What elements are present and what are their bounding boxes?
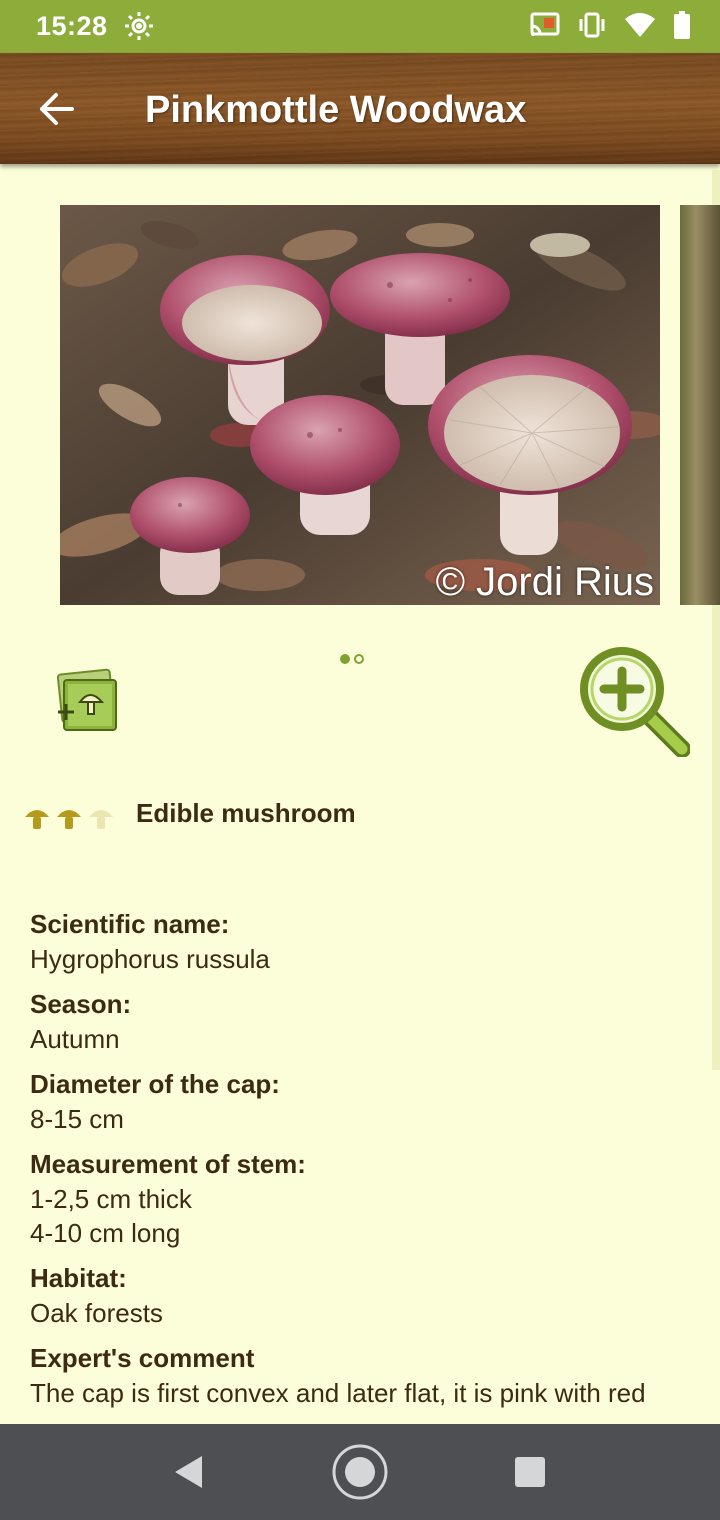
detail-habitat: Habitat: Oak forests xyxy=(30,1260,700,1330)
add-to-gallery-icon[interactable] xyxy=(50,668,120,738)
detail-stem-measurement: Measurement of stem: 1-2,5 cm thick 4-10… xyxy=(30,1146,700,1250)
carousel-dot[interactable] xyxy=(354,654,364,664)
detail-scientific-name: Scientific name: Hygrophorus russula xyxy=(30,906,700,976)
arrow-left-icon[interactable] xyxy=(36,91,76,127)
carousel-indicator xyxy=(340,654,364,664)
home-circle-icon[interactable] xyxy=(331,1443,389,1506)
photo-credit: © Jordi Rius xyxy=(435,560,654,604)
battery-icon xyxy=(674,11,690,44)
wifi-icon xyxy=(624,12,656,43)
mushroom-rating-icon-empty xyxy=(88,806,114,837)
detail-label: Scientific name: xyxy=(30,909,230,939)
detail-label: Season: xyxy=(30,989,132,1019)
carousel-dot-active[interactable] xyxy=(340,654,350,664)
edibility-rating xyxy=(24,806,114,837)
zoom-in-icon[interactable] xyxy=(578,645,691,758)
clock: 15:28 xyxy=(36,11,108,41)
app-bar: Pinkmottle Woodwax xyxy=(0,53,720,164)
detail-label: Expert's comment xyxy=(30,1343,255,1373)
recents-square-icon[interactable] xyxy=(514,1456,546,1493)
detail-value-secondary: 4-10 cm long xyxy=(30,1218,181,1248)
system-nav-bar xyxy=(0,1424,720,1520)
mushroom-photo[interactable]: © Jordi Rius xyxy=(60,205,660,605)
edibility-label: Edible mushroom xyxy=(136,798,356,828)
detail-label: Diameter of the cap: xyxy=(30,1069,280,1099)
vibrate-icon xyxy=(578,12,606,43)
mushroom-rating-icon-filled xyxy=(56,806,82,837)
detail-value: Oak forests xyxy=(30,1298,163,1328)
back-triangle-icon[interactable] xyxy=(172,1454,204,1495)
status-bar: 15:28 xyxy=(0,0,720,53)
cast-icon xyxy=(530,12,560,43)
page-title: Pinkmottle Woodwax xyxy=(145,89,527,131)
detail-value: Autumn xyxy=(30,1024,120,1054)
detail-value: 1-2,5 cm thick xyxy=(30,1184,192,1214)
mushroom-photo-illustration xyxy=(60,205,660,605)
detail-season: Season: Autumn xyxy=(30,986,700,1056)
mushroom-rating-icon-filled xyxy=(24,806,50,837)
next-photo-preview[interactable] xyxy=(680,205,720,605)
detail-expert-comment: Expert's comment The cap is first convex… xyxy=(30,1340,700,1410)
detail-value: The cap is first convex and later flat, … xyxy=(30,1378,646,1408)
species-details: Scientific name: Hygrophorus russula Sea… xyxy=(30,906,700,1420)
detail-label: Measurement of stem: xyxy=(30,1149,306,1179)
detail-cap-diameter: Diameter of the cap: 8-15 cm xyxy=(30,1066,700,1136)
detail-value: Hygrophorus russula xyxy=(30,944,270,974)
detail-value: 8-15 cm xyxy=(30,1104,124,1134)
brightness-icon xyxy=(125,12,153,45)
detail-label: Habitat: xyxy=(30,1263,127,1293)
